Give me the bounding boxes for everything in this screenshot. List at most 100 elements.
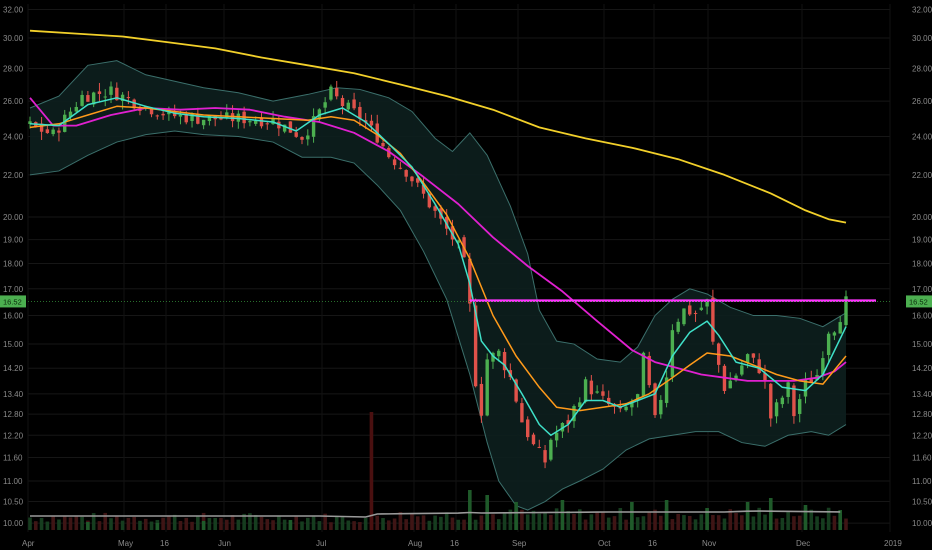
volume-bar — [554, 508, 559, 530]
y-tick-label-left: 22.00 — [3, 171, 24, 180]
candle-body — [485, 359, 489, 416]
volume-bar — [537, 513, 542, 530]
volume-bar — [740, 515, 744, 530]
candle-body — [201, 119, 206, 126]
volume-bar — [525, 514, 530, 530]
y-tick-label-left: 20.00 — [3, 213, 24, 222]
candle-body — [549, 439, 553, 460]
y-tick-label-left: 18.00 — [3, 260, 24, 269]
candle-body — [659, 399, 663, 415]
volume-bar — [120, 520, 125, 530]
candle-body — [161, 113, 165, 116]
volume-bar — [589, 514, 594, 530]
volume-bar — [433, 515, 437, 530]
volume-bar — [641, 516, 646, 530]
candle-body — [792, 385, 796, 417]
volume-bar — [711, 514, 715, 530]
volume-bar — [271, 520, 275, 530]
candle-body — [352, 99, 356, 109]
volume-bar — [51, 516, 55, 530]
y-tick-label-left: 10.00 — [3, 519, 24, 528]
volume-bar — [109, 518, 113, 530]
volume-bar — [161, 517, 165, 530]
x-tick-label: Nov — [702, 539, 716, 548]
volume-bar — [311, 516, 316, 530]
y-tick-label-left: 28.00 — [3, 64, 24, 73]
volume-bar — [462, 519, 466, 530]
candle-body — [45, 129, 50, 134]
last-price-tag-left-text: 16.52 — [3, 297, 22, 306]
volume-bar — [381, 518, 385, 530]
volume-bar — [549, 514, 553, 530]
volume-bar — [722, 518, 727, 530]
volume-bar — [282, 519, 287, 530]
volume-bar — [62, 515, 67, 530]
volume-bar — [300, 521, 304, 530]
y-tick-label-right: 32.00 — [912, 5, 932, 14]
candle-body — [745, 354, 750, 363]
candle-body — [595, 391, 599, 393]
volume-bar — [792, 516, 796, 530]
volume-bar — [115, 515, 119, 530]
x-tick-label: Sep — [512, 539, 527, 548]
volume-bar — [780, 517, 785, 530]
volume-spike-bar — [768, 498, 773, 530]
volume-bar — [138, 520, 142, 530]
y-tick-label-left: 12.20 — [3, 431, 24, 440]
y-tick-label-left: 30.00 — [3, 34, 24, 43]
volume-bar — [358, 522, 362, 530]
candle-body — [751, 353, 756, 358]
x-tick-label: Dec — [796, 539, 810, 548]
y-tick-label-right: 19.00 — [912, 236, 932, 245]
candle-body — [786, 382, 790, 397]
candle-body — [774, 402, 779, 417]
volume-spike-bar — [745, 502, 750, 530]
volume-bar — [612, 516, 617, 530]
y-tick-label-right: 20.00 — [912, 213, 932, 222]
volume-bar — [184, 517, 189, 530]
volume-bar — [410, 513, 414, 530]
volume-spike-bar — [838, 510, 843, 530]
volume-bar — [57, 519, 61, 530]
y-tick-label-right: 15.00 — [912, 340, 932, 349]
candle-body — [832, 332, 837, 336]
volume-bar — [751, 516, 756, 530]
volume-bar — [294, 516, 299, 530]
volume-bar — [74, 515, 79, 530]
volume-bar — [716, 515, 721, 530]
volume-bar — [363, 517, 368, 530]
y-tick-label-left: 19.00 — [3, 236, 24, 245]
candle-body — [236, 113, 241, 122]
volume-bar — [132, 516, 136, 530]
candle-body — [335, 87, 339, 97]
price-chart[interactable]: 32.00 30.00 28.00 26.00 24.00 22.00 20.00 19.00… — [0, 0, 932, 550]
candle-body — [589, 380, 594, 395]
candle-body — [641, 352, 646, 397]
y-tick-label-right: 17.00 — [912, 285, 932, 294]
x-tick-label: 2019 — [884, 539, 902, 548]
candle-body — [103, 96, 107, 98]
volume-bar — [329, 522, 333, 530]
candle-body — [693, 312, 698, 314]
candle-body — [543, 450, 547, 463]
volume-bar — [624, 519, 628, 530]
volume-bar — [456, 519, 461, 530]
last-price-tag-right-text: 16.52 — [909, 297, 928, 306]
volume-bar — [149, 521, 154, 530]
candle-body — [265, 123, 269, 125]
candle-body — [306, 135, 310, 140]
candle-body — [74, 106, 78, 112]
candle-body — [798, 399, 802, 414]
candle-body — [126, 97, 131, 99]
volume-bar — [415, 516, 420, 530]
candle-body — [404, 170, 408, 177]
candle-body — [699, 307, 704, 310]
candle-body — [288, 121, 293, 133]
volume-bar — [786, 512, 790, 530]
candle-body — [381, 142, 385, 147]
volume-bar — [763, 514, 767, 530]
candle-body — [554, 432, 559, 441]
volume-bar — [375, 515, 380, 530]
volume-bar — [566, 510, 571, 530]
candle-body — [340, 97, 345, 107]
